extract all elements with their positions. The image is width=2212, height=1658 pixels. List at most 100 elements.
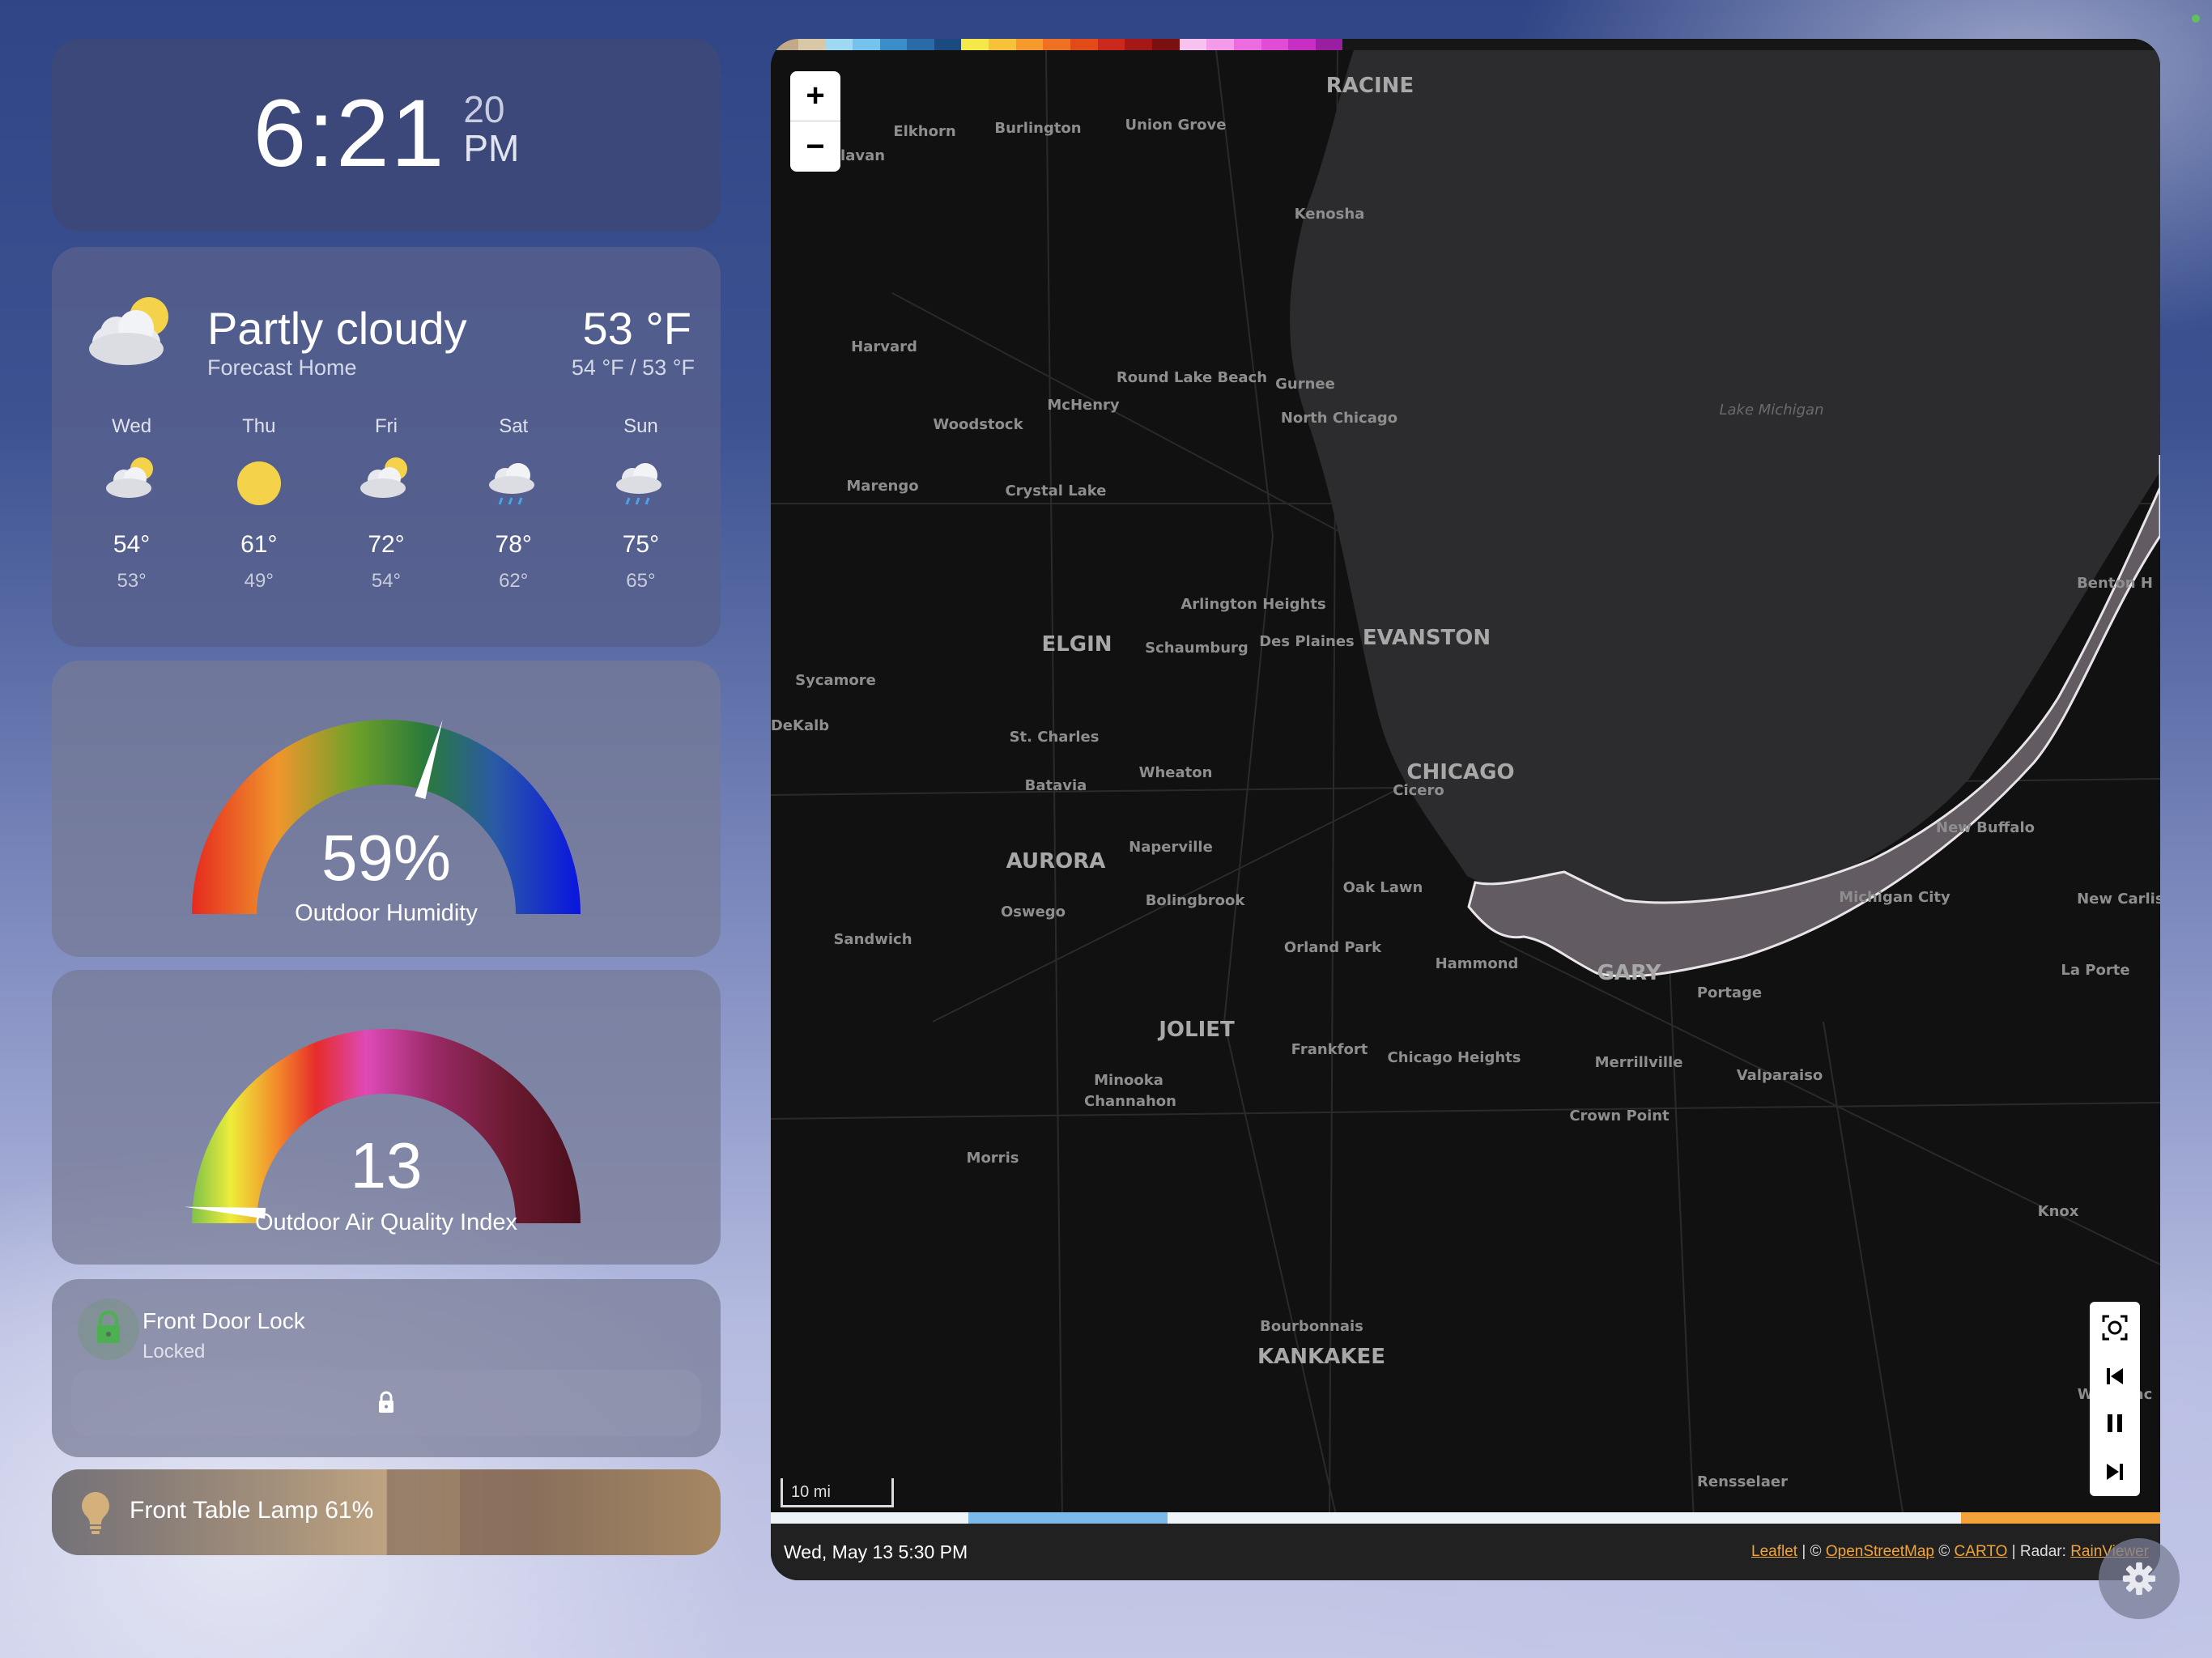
- lock-state: Locked: [143, 1341, 206, 1363]
- map-city-label: Oak Lawn: [1343, 879, 1423, 896]
- timeline-forecast-segment[interactable]: [1961, 1512, 2160, 1524]
- radar-scale-swatch: [1724, 39, 1752, 50]
- map-city-label: Knox: [2038, 1203, 2079, 1220]
- partly-cloudy-icon: [360, 457, 407, 498]
- forecast-day-name: Thu: [242, 415, 276, 437]
- carto-link[interactable]: CARTO: [1955, 1543, 2008, 1560]
- forecast-high: 72°: [368, 531, 405, 558]
- forecast-high: 61°: [240, 531, 278, 558]
- zoom-out-button[interactable]: −: [790, 121, 840, 172]
- radar-scale-swatch: [1696, 39, 1725, 50]
- weather-card[interactable]: Partly cloudy Forecast Home 53 °F 54 °F …: [52, 247, 721, 647]
- humidity-gauge-card[interactable]: 59% Outdoor Humidity: [52, 661, 721, 957]
- radar-scale-swatch: [1751, 39, 1779, 50]
- radar-scale-swatch: [2023, 39, 2052, 50]
- map-city-label: Bolingbrook: [1146, 892, 1246, 909]
- unlock-button[interactable]: [71, 1370, 701, 1436]
- padlock-icon: [379, 1391, 393, 1413]
- map-city-label: Minooka: [1094, 1072, 1163, 1089]
- map-city-label: Harvard: [851, 338, 917, 355]
- pause-icon[interactable]: [2099, 1407, 2131, 1439]
- radar-scale-swatch: [2051, 39, 2078, 50]
- radar-scale-swatch: [934, 39, 962, 50]
- settings-button[interactable]: [2099, 1538, 2180, 1619]
- map-city-label: Merrillville: [1595, 1054, 1683, 1071]
- timeline-segment[interactable]: [968, 1512, 1168, 1524]
- radar-scale-swatch: [1315, 39, 1343, 50]
- zoom-in-button[interactable]: +: [790, 71, 840, 121]
- radar-scale-swatch: [1887, 39, 1915, 50]
- weather-temperature-range: 54 °F / 53 °F: [571, 355, 695, 380]
- skip-back-icon[interactable]: [2099, 1360, 2131, 1392]
- forecast-high: 78°: [495, 531, 532, 558]
- front-door-lock-card[interactable]: Front Door Lock Locked: [52, 1279, 721, 1457]
- radar-scale-swatch: [1614, 39, 1643, 50]
- map-city-label: JOLIET: [1157, 1018, 1235, 1042]
- openstreetmap-link[interactable]: OpenStreetMap: [1826, 1543, 1934, 1560]
- leaflet-link[interactable]: Leaflet: [1751, 1543, 1797, 1560]
- partly-cloudy-icon: [89, 297, 168, 365]
- map-city-label: Wheaton: [1139, 764, 1213, 781]
- radar-scale-swatch: [1288, 39, 1316, 50]
- forecast-day: Wed 54° 53°: [68, 415, 195, 593]
- forecast-day: Thu 61° 49°: [195, 415, 322, 593]
- rainy-icon: [489, 463, 535, 505]
- map-city-label: Crown Point: [1569, 1107, 1670, 1124]
- forecast-low: 53°: [117, 570, 147, 592]
- map-city-label: Arlington Heights: [1180, 596, 1325, 613]
- radar-scale-swatch: [1179, 39, 1207, 50]
- radar-scale-swatch: [1670, 39, 1697, 50]
- radar-color-scale: [771, 39, 2160, 50]
- forecast-low: 49°: [244, 570, 274, 592]
- map-city-label: Valparaiso: [1737, 1067, 1823, 1084]
- radar-scale-swatch: [1806, 39, 1833, 50]
- map-city-label: Michigan City: [1839, 889, 1950, 906]
- lightbulb-icon: [82, 1492, 109, 1534]
- map-city-label: Naperville: [1129, 839, 1213, 856]
- map-city-label: Sandwich: [833, 931, 912, 948]
- map-city-label: Crystal Lake: [1005, 483, 1106, 500]
- map-city-label: Elkhorn: [893, 123, 955, 140]
- forecast-low: 65°: [626, 570, 656, 592]
- map-city-label: GARY: [1597, 961, 1662, 985]
- forecast-day: Sun 75° 65°: [577, 415, 704, 593]
- radar-scale-swatch: [1588, 39, 1615, 50]
- radar-scale-swatch: [989, 39, 1016, 50]
- aqi-gauge-card[interactable]: 13 Outdoor Air Quality Index: [52, 970, 721, 1265]
- radar-scale-swatch: [961, 39, 989, 50]
- lake-label: Lake Michigan: [1720, 402, 1824, 419]
- map-city-label: Marengo: [846, 478, 918, 495]
- skip-forward-icon[interactable]: [2099, 1456, 2131, 1488]
- map-city-label: Morris: [967, 1150, 1019, 1167]
- forecast-day-name: Wed: [112, 415, 152, 437]
- radar-timestamp: Wed, May 13 5:30 PM: [784, 1541, 968, 1562]
- forecast-low: 54°: [371, 570, 402, 592]
- radar-scale-swatch: [1015, 39, 1044, 50]
- radar-scale-swatch: [771, 39, 798, 50]
- radar-map[interactable]: RACINE Elkhorn Burlington Union Grove Delava…: [771, 39, 2160, 1580]
- map-city-label: Round Lake Beach: [1117, 369, 1267, 386]
- radar-scale-swatch: [1506, 39, 1534, 50]
- map-canvas[interactable]: RACINEElkhorn Burlington Union GroveDelava…: [771, 50, 2160, 1522]
- radar-scale-swatch: [1370, 39, 1397, 50]
- map-city-label: Benton H: [2077, 575, 2153, 592]
- recenter-icon[interactable]: [2099, 1312, 2131, 1344]
- clock-time: 6:21: [253, 80, 446, 187]
- map-city-label: New Buffalo: [1936, 819, 2035, 836]
- radar-scale-swatch: [1070, 39, 1098, 50]
- radar-timeline[interactable]: [771, 1512, 2160, 1524]
- map-city-label: St. Charles: [1010, 729, 1100, 746]
- rainy-icon: [616, 463, 662, 505]
- radar-scale-swatch: [1642, 39, 1670, 50]
- map-city-label: New Carlisle: [2077, 891, 2160, 908]
- radar-scale-swatch: [1533, 39, 1561, 50]
- map-city-label: Sycamore: [795, 672, 876, 689]
- map-city-label: Batavia: [1025, 777, 1087, 794]
- map-city-label: La Porte: [2061, 962, 2129, 979]
- radar-scale-swatch: [1832, 39, 1861, 50]
- radar-scale-swatch: [1452, 39, 1479, 50]
- map-city-label: Kenosha: [1295, 206, 1365, 223]
- map-city-label: AURORA: [1006, 849, 1106, 874]
- front-table-lamp-card[interactable]: Front Table Lamp 61%: [52, 1469, 721, 1555]
- radar-scale-swatch: [1996, 39, 2024, 50]
